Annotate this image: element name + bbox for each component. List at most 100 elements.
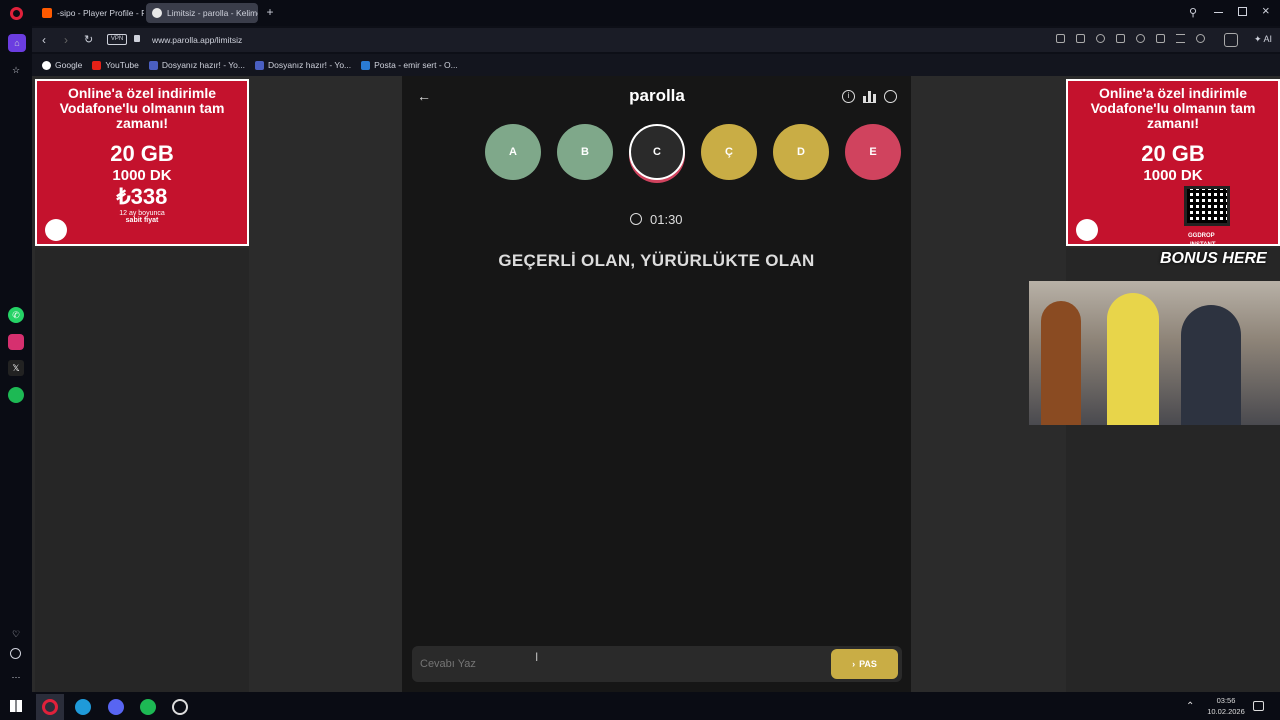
bonus-here-text: BONUS HERE [1160, 250, 1267, 267]
info-icon[interactable]: i [842, 90, 855, 103]
heart-icon[interactable] [1136, 34, 1145, 43]
app-title: parolla [629, 86, 685, 105]
bar [863, 96, 866, 102]
letter-b: B [557, 124, 613, 180]
vodafone-ad-left[interactable]: Online'a özel indirimle Vodafone'lu olma… [35, 79, 249, 246]
outlook-icon [361, 60, 371, 70]
ggdrop-sub: INSTANT [1190, 242, 1216, 248]
heart-icon[interactable]: ♡ [8, 626, 24, 642]
person-figure [1041, 301, 1081, 425]
pass-button[interactable]: › PAS [831, 649, 898, 679]
bar [868, 91, 871, 102]
home-icon[interactable]: ⌂ [8, 34, 26, 52]
tab-limitsiz[interactable]: Limitsiz - parolla - Kelime [146, 3, 258, 23]
bookmark-google[interactable]: Google [42, 60, 82, 70]
history-icon[interactable] [10, 648, 21, 659]
ai-label: AI [1263, 34, 1273, 44]
youtube-icon [92, 60, 102, 70]
instagram-icon[interactable] [8, 334, 24, 350]
bookmark-label: Dosyanız hazır! - Yo... [161, 60, 245, 70]
extensions-icon[interactable] [1224, 33, 1238, 47]
play-icon[interactable] [1116, 34, 1125, 43]
bookmark-dosya-1[interactable]: Dosyanız hazır! - Yo... [148, 60, 245, 70]
more-icon[interactable]: ⋯ [8, 669, 24, 685]
vodafone-ad-right[interactable]: Online'a özel indirimle Vodafone'lu olma… [1066, 79, 1280, 246]
parolla-favicon-icon [152, 8, 162, 18]
back-arrow-icon[interactable]: ← [417, 88, 431, 104]
spotify-icon[interactable] [140, 699, 156, 715]
app-icon[interactable] [172, 699, 188, 715]
clock-time[interactable]: 03:56 [1206, 696, 1246, 705]
x-twitter-icon[interactable]: 𝕏 [8, 360, 24, 376]
maximize-icon[interactable] [1238, 7, 1247, 16]
reload-icon[interactable]: ↻ [84, 33, 93, 46]
toolbar-icons [1056, 34, 1205, 43]
timer-text: 01:30 [650, 212, 683, 227]
ai-icon: ✦ [1254, 34, 1262, 44]
notification-icon[interactable] [1253, 701, 1264, 711]
edge-icon[interactable] [75, 699, 91, 715]
close-icon[interactable]: × [1262, 3, 1270, 18]
chevron-right-icon: › [852, 659, 856, 669]
shield-icon[interactable] [1096, 34, 1105, 43]
whatsapp-icon[interactable]: ✆ [8, 307, 24, 323]
forward-icon[interactable]: › [64, 33, 68, 47]
ai-button[interactable]: ✦ AI [1254, 34, 1272, 45]
clock-date[interactable]: 10.02.2026 [1200, 707, 1252, 716]
ad-gb: 20 GB [110, 141, 174, 166]
ad-minutes: 1000 DK [1143, 167, 1203, 184]
user-icon[interactable] [884, 90, 897, 103]
ad-gb: 20 GB [1141, 141, 1205, 166]
question-text: GEÇERLİ OLAN, YÜRÜRLÜKTE OLAN [498, 251, 815, 270]
qr-code [1184, 186, 1230, 226]
ad-minutes: 1000 DK [112, 167, 172, 184]
answer-input[interactable] [420, 652, 820, 676]
back-icon[interactable]: ‹ [42, 33, 46, 47]
lock-icon [134, 35, 140, 42]
vodafone-logo-icon [1076, 219, 1098, 241]
spotify-icon[interactable] [8, 387, 24, 403]
bookmark-label: Google [55, 60, 83, 70]
pass-label: PAS [859, 659, 877, 669]
search-tabs-icon[interactable]: ⚲ [1189, 6, 1197, 19]
vodafone-logo-icon [45, 219, 67, 241]
discord-icon[interactable] [108, 699, 124, 715]
browser-sidebar [0, 26, 32, 692]
download-icon[interactable] [1156, 34, 1165, 43]
left-sidebar-column [35, 248, 249, 692]
tab-player-profile[interactable]: -sipo - Player Profile - FAC [36, 3, 144, 23]
bookmark-youtube[interactable]: YouTube [92, 60, 139, 70]
opera-icon[interactable] [42, 699, 58, 715]
menu-icon[interactable] [1176, 34, 1185, 43]
letter-a: A [485, 124, 541, 180]
text-cursor-icon: I [535, 650, 539, 664]
ad-duration: 12 ay boyunca [119, 210, 165, 217]
vpn-badge[interactable]: VPN [107, 34, 127, 45]
ad-headline: Online'a özel indirimle Vodafone'lu olma… [1090, 85, 1256, 131]
bookmarks-bar: Google YouTube Dosyanız hazır! - Yo... D… [32, 54, 1280, 76]
google-icon [42, 60, 51, 70]
camera-icon[interactable] [1076, 34, 1085, 43]
bookmark-dosya-2[interactable]: Dosyanız hazır! - Yo... [254, 60, 351, 70]
tray-chevron-icon[interactable]: ⌃ [1186, 701, 1194, 712]
person-figure [1181, 305, 1241, 425]
profile-icon[interactable] [1196, 34, 1205, 43]
clock-icon [630, 213, 642, 225]
bookmark-label: Posta - emir sert - O... [374, 60, 458, 70]
stats-icon[interactable] [863, 90, 876, 103]
ggdrop-brand: GGDROP [1188, 233, 1215, 239]
ad-fixed: sabit fiyat [125, 217, 159, 224]
webcam-photo [1029, 281, 1280, 425]
bookmark-posta[interactable]: Posta - emir sert - O... [361, 60, 458, 70]
minimize-icon[interactable] [1214, 12, 1223, 13]
edit-icon[interactable] [1056, 34, 1065, 43]
letter-c-cedilla: Ç [701, 124, 757, 180]
star-icon[interactable]: ☆ [8, 62, 24, 78]
url-text[interactable]: www.parolla.app/limitsiz [152, 35, 242, 45]
windows-start-icon[interactable] [10, 700, 22, 712]
ad-headline: Online'a özel indirimle Vodafone'lu olma… [59, 85, 225, 131]
taskbar [0, 692, 1280, 720]
new-tab-icon[interactable]: + [264, 6, 276, 18]
faceit-icon [42, 8, 52, 18]
opera-logo-icon[interactable] [10, 7, 23, 20]
